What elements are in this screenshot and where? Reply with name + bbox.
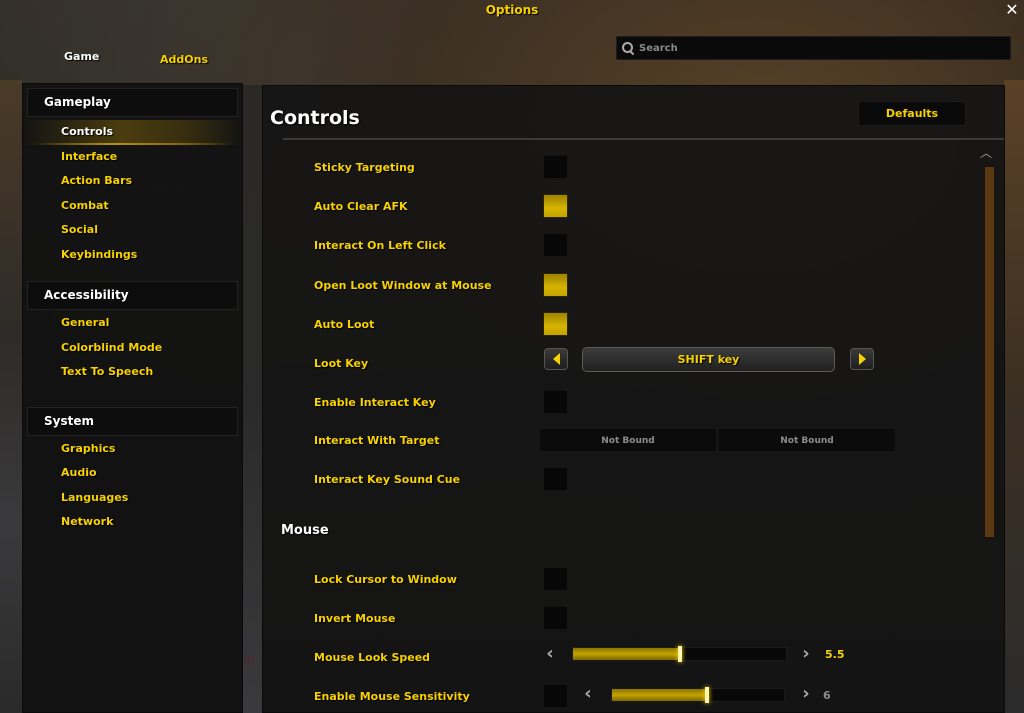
interact-on-left-click-checkbox[interactable] [543, 233, 568, 257]
background-strip-right [1004, 80, 1024, 713]
setting-label: Mouse Look Speed [314, 651, 431, 664]
enable-mouse-sensitivity-checkbox[interactable] [543, 684, 568, 708]
sidebar-item-general[interactable]: General [23, 311, 242, 336]
sidebar-item-interface[interactable]: Interface [23, 145, 242, 170]
arrow-left-icon [552, 353, 560, 365]
sidebar-item-keybindings[interactable]: Keybindings [23, 243, 242, 268]
mouse-sensitivity-slider[interactable] [611, 687, 785, 703]
slider-value: 5.5 [825, 648, 845, 661]
enable-interact-key-checkbox[interactable] [543, 390, 568, 414]
setting-label: Interact On Left Click [314, 239, 446, 252]
sidebar-item-social[interactable]: Social [23, 218, 242, 243]
category-header: System [27, 406, 238, 436]
setting-label: Enable Interact Key [314, 396, 436, 409]
open-loot-window-at-mouse-checkbox[interactable] [543, 273, 568, 297]
setting-label: Loot Key [314, 357, 369, 370]
chevron-right-icon[interactable]: › [799, 685, 813, 703]
close-icon[interactable]: ✕ [1004, 2, 1020, 18]
setting-label: Invert Mouse [314, 612, 396, 625]
slider-thumb[interactable] [705, 687, 709, 703]
interact-with-target-binding-2[interactable]: Not Bound [718, 428, 896, 452]
chevron-right-icon[interactable]: › [799, 645, 813, 663]
setting-label: Interact Key Sound Cue [314, 473, 461, 486]
sidebar-item-network[interactable]: Network [23, 510, 242, 535]
tab-game[interactable]: Game [64, 50, 99, 63]
scroll-up-icon[interactable]: ︿ [979, 147, 993, 159]
setting-label: Auto Clear AFK [314, 200, 408, 213]
category-header: Gameplay [27, 88, 238, 117]
search-input[interactable] [639, 42, 999, 54]
category-group-gameplay: Gameplay Controls Interface Action Bars … [23, 88, 242, 267]
loot-key-previous-button[interactable] [544, 348, 568, 370]
setting-label: Auto Loot [314, 318, 375, 331]
slider-fill [573, 648, 680, 660]
sidebar-item-text-to-speech[interactable]: Text To Speech [23, 360, 242, 385]
setting-label: Sticky Targeting [314, 161, 415, 174]
sidebar-item-colorblind-mode[interactable]: Colorblind Mode [23, 336, 242, 361]
setting-label: Open Loot Window at Mouse [314, 279, 492, 292]
loot-key-next-button[interactable] [850, 348, 874, 370]
window-title: Options [485, 3, 539, 17]
lock-cursor-to-window-checkbox[interactable] [543, 567, 568, 591]
category-group-accessibility: Accessibility General Colorblind Mode Te… [23, 281, 242, 385]
interact-with-target-binding-1[interactable]: Not Bound [539, 428, 717, 452]
sidebar-item-controls[interactable]: Controls [23, 120, 242, 145]
slider-fill [612, 689, 707, 701]
chevron-left-icon[interactable]: ‹ [543, 645, 557, 663]
sidebar-item-graphics[interactable]: Graphics [23, 437, 242, 462]
scrollbar-thumb[interactable] [984, 166, 995, 538]
sidebar-item-action-bars[interactable]: Action Bars [23, 169, 242, 194]
interact-key-sound-cue-checkbox[interactable] [543, 467, 568, 491]
setting-label: Lock Cursor to Window [314, 573, 457, 586]
slider-value: 6 [823, 689, 831, 702]
chevron-left-icon[interactable]: ‹ [581, 685, 595, 703]
tab-addons[interactable]: AddOns [160, 53, 208, 66]
setting-label: Enable Mouse Sensitivity [314, 690, 470, 703]
sidebar-item-combat[interactable]: Combat [23, 194, 242, 219]
section-header-mouse: Mouse [281, 523, 329, 538]
settings-panel: Controls Defaults Sticky Targeting Auto … [262, 85, 1005, 713]
page-title: Controls [270, 107, 360, 129]
category-group-system: System Graphics Audio Languages Network [23, 406, 242, 535]
background-strip-middle [243, 85, 262, 713]
category-header: Accessibility [27, 281, 238, 310]
arrow-right-icon [858, 353, 866, 365]
invert-mouse-checkbox[interactable] [543, 606, 568, 630]
auto-clear-afk-checkbox[interactable] [543, 194, 568, 218]
loot-key-dropdown[interactable]: SHIFT key [582, 347, 835, 372]
search-icon [621, 41, 635, 55]
search-box[interactable] [616, 36, 1011, 60]
category-sidebar: Gameplay Controls Interface Action Bars … [22, 83, 243, 713]
background-strip-left [0, 80, 22, 713]
title-divider [283, 138, 1004, 140]
slider-thumb[interactable] [678, 646, 682, 662]
sticky-targeting-checkbox[interactable] [543, 155, 568, 179]
sidebar-item-languages[interactable]: Languages [23, 486, 242, 511]
mouse-look-speed-slider[interactable] [572, 646, 787, 662]
defaults-button[interactable]: Defaults [858, 101, 966, 126]
setting-label: Interact With Target [314, 434, 440, 447]
sidebar-item-audio[interactable]: Audio [23, 461, 242, 486]
auto-loot-checkbox[interactable] [543, 312, 568, 336]
